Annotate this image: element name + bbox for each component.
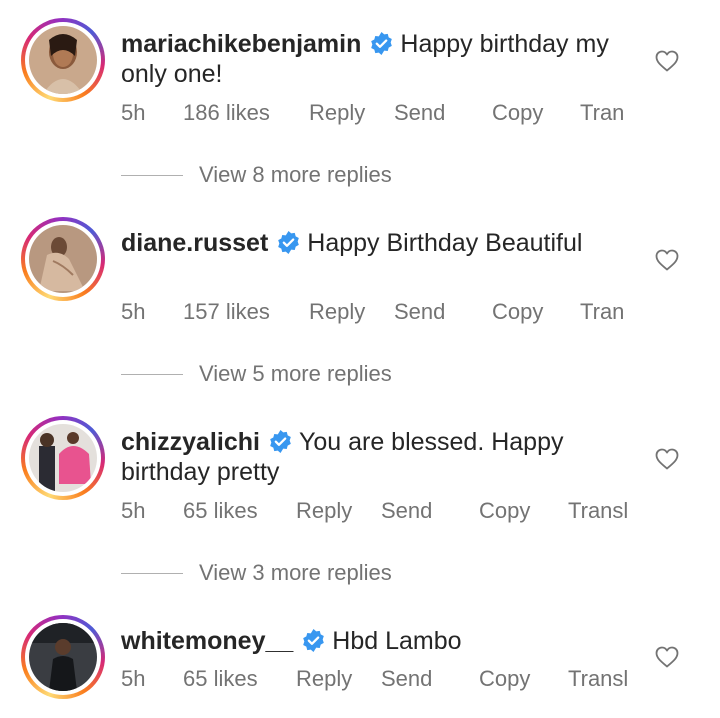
verified-badge-icon — [369, 31, 394, 56]
copy-button[interactable]: Copy — [492, 299, 543, 325]
view-replies-label: View 8 more replies — [199, 162, 392, 187]
verified-badge-icon — [268, 429, 293, 454]
comment-username[interactable]: whitemoney__ — [121, 627, 293, 655]
comment-actions: 5h 186 likes Reply Send Copy Tran — [121, 100, 681, 126]
comment-actions: 5h 157 likes Reply Send Copy Tran — [121, 299, 681, 325]
view-replies-label: View 3 more replies — [199, 560, 392, 585]
divider-line — [121, 175, 183, 176]
send-button[interactable]: Send — [381, 666, 432, 692]
comment-time: 5h — [121, 100, 146, 125]
comment-username[interactable]: chizzyalichi — [121, 428, 260, 456]
comment-text: Hbd Lambo — [332, 627, 462, 655]
send-button[interactable]: Send — [394, 299, 445, 325]
comment-actions: 5h 65 likes Reply Send Copy Transl — [121, 666, 681, 692]
translate-button[interactable]: Tran — [580, 299, 624, 325]
comment-body: whitemoney__ Hbd Lambo — [121, 626, 641, 656]
comment-time: 5h — [121, 666, 146, 691]
likes-count[interactable]: 65 likes — [183, 498, 258, 524]
view-replies-button[interactable]: View 8 more replies — [121, 162, 441, 188]
comment-body: chizzyalichi You are blessed. Happy birth… — [121, 427, 641, 487]
avatar-image — [29, 26, 97, 94]
comment-time: 5h — [121, 498, 146, 523]
reply-button[interactable]: Reply — [309, 100, 365, 126]
verified-badge-icon — [301, 628, 326, 653]
avatar-image — [29, 424, 97, 492]
avatar-image — [29, 225, 97, 293]
verified-badge-icon — [276, 230, 301, 255]
send-button[interactable]: Send — [381, 498, 432, 524]
avatar[interactable] — [21, 615, 105, 699]
reply-button[interactable]: Reply — [296, 666, 352, 692]
comment-username[interactable]: mariachikebenjamin — [121, 30, 361, 58]
avatar[interactable] — [21, 416, 105, 500]
comment-username[interactable]: diane.russet — [121, 229, 268, 257]
likes-count[interactable]: 157 likes — [183, 299, 270, 325]
copy-button[interactable]: Copy — [479, 666, 530, 692]
avatar[interactable] — [21, 217, 105, 301]
reply-button[interactable]: Reply — [296, 498, 352, 524]
avatar-image — [29, 623, 97, 691]
translate-button[interactable]: Transl — [568, 498, 628, 524]
copy-button[interactable]: Copy — [492, 100, 543, 126]
like-heart-icon[interactable] — [655, 646, 679, 668]
comment-text: Happy Birthday Beautiful — [307, 229, 583, 257]
view-replies-button[interactable]: View 5 more replies — [121, 361, 441, 387]
translate-button[interactable]: Tran — [580, 100, 624, 126]
reply-button[interactable]: Reply — [309, 299, 365, 325]
divider-line — [121, 374, 183, 375]
likes-count[interactable]: 186 likes — [183, 100, 270, 126]
like-heart-icon[interactable] — [655, 249, 679, 271]
comment-time: 5h — [121, 299, 146, 324]
avatar[interactable] — [21, 18, 105, 102]
copy-button[interactable]: Copy — [479, 498, 530, 524]
like-heart-icon[interactable] — [655, 50, 679, 72]
comment-actions: 5h 65 likes Reply Send Copy Transl — [121, 498, 681, 524]
like-heart-icon[interactable] — [655, 448, 679, 470]
view-replies-label: View 5 more replies — [199, 361, 392, 386]
likes-count[interactable]: 65 likes — [183, 666, 258, 692]
view-replies-button[interactable]: View 3 more replies — [121, 560, 441, 586]
divider-line — [121, 573, 183, 574]
send-button[interactable]: Send — [394, 100, 445, 126]
comment-body: mariachikebenjamin Happy birthday my only… — [121, 29, 641, 89]
translate-button[interactable]: Transl — [568, 666, 628, 692]
comment-body: diane.russet Happy Birthday Beautiful — [121, 228, 641, 258]
